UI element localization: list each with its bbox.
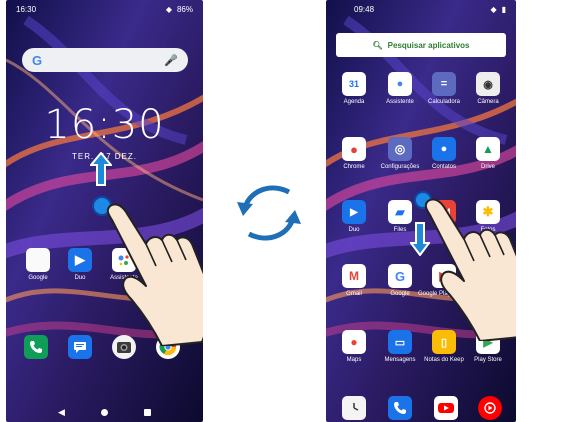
app-label: Play Store: [474, 357, 502, 363]
duo-icon: ▶: [342, 200, 366, 224]
google-search-bar[interactable]: G 🎤: [22, 48, 188, 72]
app-label: Assistente: [386, 99, 414, 105]
hand-gesture-illustration: [106, 203, 203, 346]
chrome-icon: ●: [342, 137, 366, 161]
youtube-icon[interactable]: [434, 396, 458, 420]
back-icon[interactable]: ◀: [58, 407, 65, 418]
app-label: Configurações: [380, 164, 420, 170]
app-label: Files: [393, 227, 407, 233]
phone-icon[interactable]: [388, 396, 412, 420]
contacts-icon: ●: [432, 137, 456, 161]
google-folder-icon: [26, 248, 50, 272]
phone-screen-home: 16:30 ◆ 86% G 🎤 16:30 TER., 17 DEZ. Goog…: [6, 0, 203, 422]
youtube-music-icon[interactable]: [478, 396, 502, 420]
phone-icon[interactable]: [24, 335, 48, 359]
app-assistant[interactable]: ● Assistente: [376, 72, 424, 106]
phone-screen-app-drawer: 09:48 ◆ ▮ 🔍︎ Pesquisar aplicativos 31 Age…: [326, 0, 516, 422]
wifi-icon: ◆: [165, 4, 172, 14]
files-icon: ▰: [388, 200, 412, 224]
app-google-folder[interactable]: Google: [14, 248, 62, 282]
google-icon: G: [388, 264, 412, 288]
app-label: Drive: [480, 164, 495, 170]
hand-gesture-illustration: [424, 198, 516, 341]
app-label: Câmera: [477, 99, 499, 105]
clock-icon[interactable]: [342, 396, 366, 420]
battery-label: 86%: [176, 4, 193, 14]
status-bar: 16:30 ◆ 86%: [6, 0, 203, 18]
battery-icon: ▮: [501, 4, 506, 14]
app-label: Contatos: [431, 164, 456, 170]
app-chrome[interactable]: ● Chrome: [330, 137, 378, 171]
gmail-icon: M: [342, 264, 366, 288]
status-time: 16:30: [16, 4, 37, 14]
app-label: Maps: [346, 357, 362, 363]
app-label: Calculadora: [427, 99, 461, 105]
app-google[interactable]: G Google: [376, 264, 424, 298]
search-icon: 🔍︎: [372, 40, 383, 50]
google-g-icon: G: [32, 52, 43, 68]
app-label: Chrome: [343, 164, 365, 170]
assistant-icon: ●: [388, 72, 412, 96]
app-drive[interactable]: ▲ Drive: [464, 137, 512, 171]
app-label: Duo: [74, 275, 86, 281]
duo-icon: ▶: [68, 248, 92, 272]
app-calculator[interactable]: = Calculadora: [420, 72, 468, 106]
app-label: Google: [390, 291, 410, 297]
status-time: 09:48: [354, 4, 375, 14]
messages-icon: ▭: [388, 330, 412, 354]
app-gmail[interactable]: M Gmail: [330, 264, 378, 298]
app-label: Mensagens: [384, 357, 416, 363]
nav-bar: ◀: [6, 402, 203, 422]
calendar-icon: 31: [342, 72, 366, 96]
app-camera[interactable]: ◉ Câmera: [464, 72, 512, 106]
app-duo[interactable]: ▶ Duo: [330, 200, 378, 234]
app-contacts[interactable]: ● Contatos: [420, 137, 468, 171]
home-icon[interactable]: [100, 408, 108, 416]
messages-icon[interactable]: [68, 335, 92, 359]
app-calendar[interactable]: 31 Agenda: [330, 72, 378, 106]
app-label: Google: [28, 275, 48, 281]
calculator-icon: =: [432, 72, 456, 96]
search-placeholder: Pesquisar aplicativos: [387, 40, 470, 50]
swipe-up-arrow-icon: [90, 152, 112, 186]
maps-icon: ●: [342, 330, 366, 354]
camera-icon: ◉: [476, 72, 500, 96]
mic-icon[interactable]: 🎤: [164, 54, 178, 67]
drive-icon: ▲: [476, 137, 500, 161]
recents-icon[interactable]: [143, 408, 151, 416]
status-bar: 09:48 ◆ ▮: [326, 0, 516, 18]
settings-icon: ◎: [388, 137, 412, 161]
clock-widget[interactable]: 16:30: [6, 102, 203, 148]
app-label: Agenda: [343, 99, 365, 105]
app-label: Notas do Keep: [424, 357, 464, 363]
wifi-icon: ◆: [490, 4, 497, 14]
app-messages[interactable]: ▭ Mensagens: [376, 330, 424, 364]
app-label: Duo: [348, 227, 360, 233]
transition-arrows-icon: [237, 185, 301, 241]
app-settings[interactable]: ◎ Configurações: [376, 137, 424, 171]
app-maps[interactable]: ● Maps: [330, 330, 378, 364]
app-search-input[interactable]: 🔍︎ Pesquisar aplicativos: [336, 33, 506, 57]
app-duo[interactable]: ▶ Duo: [56, 248, 104, 282]
app-label: Gmail: [346, 291, 362, 297]
